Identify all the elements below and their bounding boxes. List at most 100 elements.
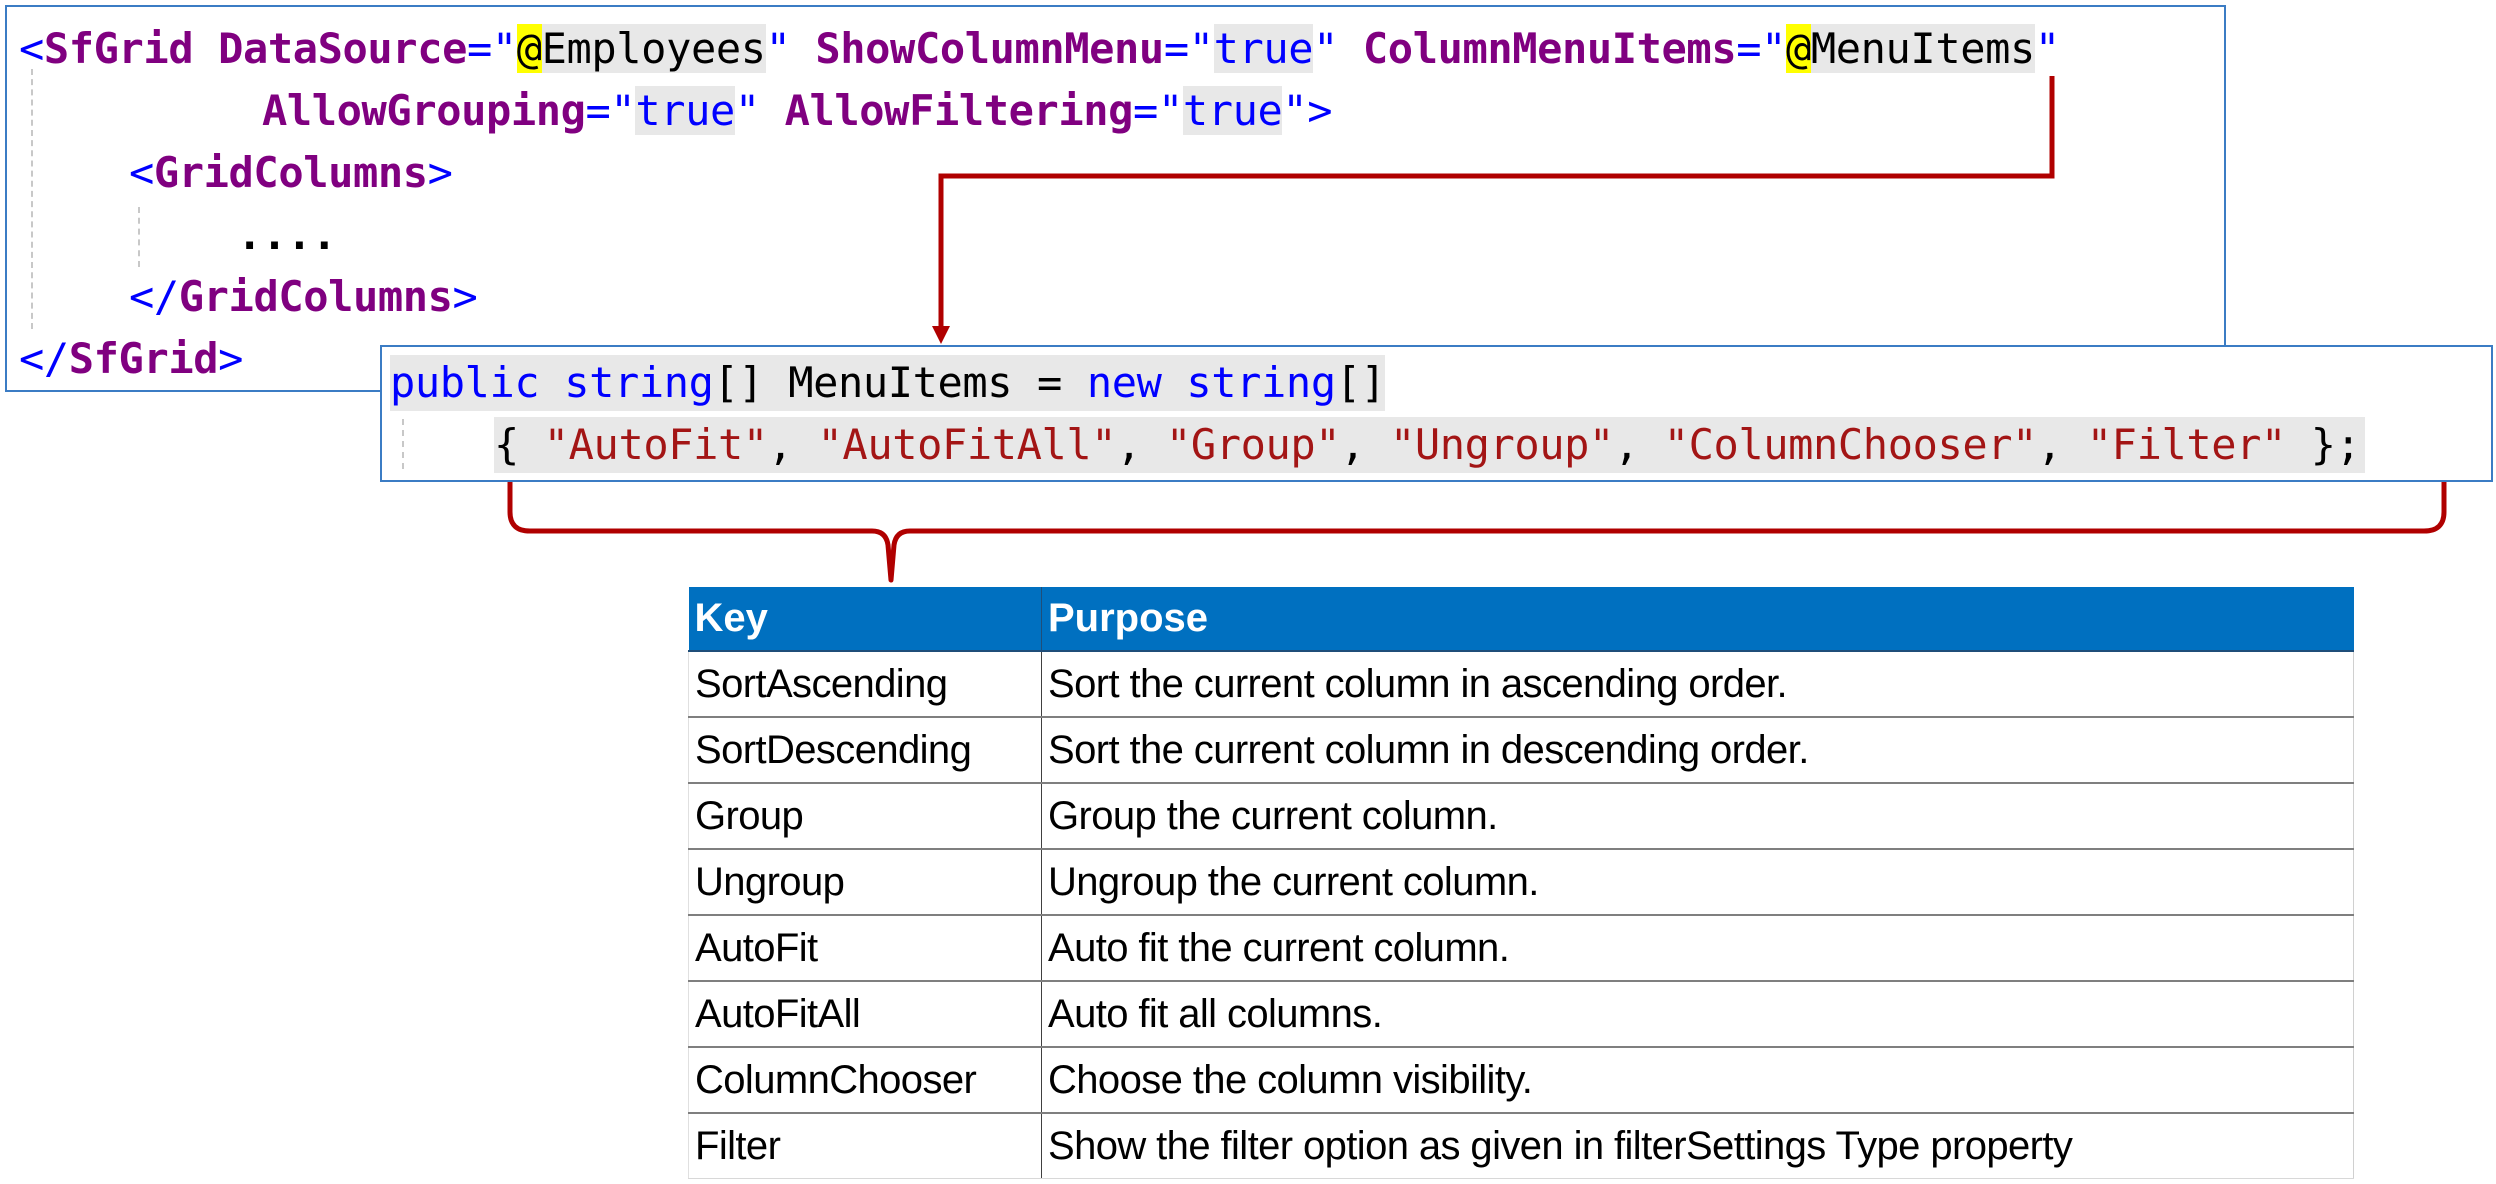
menu-items-list: "AutoFit", "AutoFitAll", "Group", "Ungro…: [543, 420, 2287, 469]
cell-key: Group: [688, 783, 1042, 850]
cell-purpose: Show the filter option as given in filte…: [1041, 1113, 2354, 1179]
razor-expression-menuitems: MenuItems: [1810, 24, 2035, 73]
table-row: SortDescending Sort the current column in…: [688, 717, 2354, 784]
table-row: Filter Show the filter option as given in…: [688, 1113, 2354, 1179]
cell-key: SortDescending: [688, 717, 1042, 784]
razor-expression: Employees: [541, 24, 766, 73]
cell-key: ColumnChooser: [688, 1047, 1042, 1114]
code-line-menuitems-declaration: public string[] MenuItems = new string[]: [390, 355, 1386, 411]
keyword-string: string: [539, 358, 714, 407]
tag-name: GridColumns: [153, 148, 428, 197]
code-line-ellipsis: ....: [237, 207, 337, 263]
header-key: Key: [688, 587, 1042, 652]
tag-bracket: >: [427, 148, 453, 197]
attr-eq: =: [1163, 24, 1189, 73]
tag-bracket: </: [129, 272, 179, 321]
attr-value: true: [1213, 24, 1314, 73]
attr-quote: ": [2034, 24, 2060, 73]
attr-name: ColumnMenuItems: [1338, 24, 1737, 73]
close-brace: };: [2285, 420, 2361, 469]
string-literal-menu-item: "AutoFitAll": [817, 420, 1117, 469]
table-row: Ungroup Ungroup the current column.: [688, 849, 2354, 916]
comma-separator: ,: [2037, 420, 2087, 469]
attr-quote: ": [765, 24, 791, 73]
code-line-sfgrid-close: </SfGrid>: [19, 331, 243, 387]
code-line-gridcolumns-open: <GridColumns>: [129, 145, 453, 201]
attr-quote: ": [610, 86, 636, 135]
ellipsis-text: ....: [237, 210, 337, 259]
code-line-grid-options: AllowGrouping="true" AllowFiltering="tru…: [262, 83, 1333, 139]
tag-bracket: </: [19, 334, 69, 383]
tag-bracket: <: [129, 148, 154, 197]
string-literal-menu-item: "Group": [1165, 420, 1341, 469]
comma-separator: ,: [767, 420, 818, 469]
string-literal-menu-item: "Ungroup": [1389, 420, 1614, 469]
attr-eq: =: [466, 24, 492, 73]
keyword-string: string: [1161, 358, 1336, 407]
cell-key: AutoFit: [688, 915, 1042, 982]
attr-quote: ": [1157, 86, 1183, 135]
attr-value: true: [1182, 86, 1283, 135]
code-line-sfgrid-open: <SfGrid DataSource="@Employees" ShowColu…: [19, 21, 2060, 77]
table-row: AutoFit Auto fit the current column.: [688, 915, 2354, 982]
open-brace: {: [494, 420, 544, 469]
header-purpose: Purpose: [1041, 587, 2354, 652]
cell-purpose: Sort the current column in ascending ord…: [1041, 651, 2354, 718]
attr-quote: ": [1188, 24, 1214, 73]
column-menu-items-table: Key Purpose SortAscending Sort the curren…: [688, 587, 2354, 1179]
string-literal-menu-item: "Filter": [2086, 420, 2286, 469]
keyword-new: new: [1086, 358, 1162, 407]
tag-bracket: >: [218, 334, 243, 383]
indent-guide: [31, 69, 33, 329]
attr-name: DataSource: [193, 24, 467, 73]
cell-key: Filter: [688, 1113, 1042, 1179]
table-row: SortAscending Sort the current column in …: [688, 651, 2354, 718]
indent-guide: [138, 207, 140, 267]
attr-name: AllowFiltering: [759, 86, 1134, 135]
cell-purpose: Auto fit the current column.: [1041, 915, 2354, 982]
array-brackets: []: [1335, 358, 1386, 407]
string-literal-menu-item: "AutoFit": [543, 420, 768, 469]
razor-code-block: <SfGrid DataSource="@Employees" ShowColu…: [5, 5, 2226, 392]
cell-purpose: Choose the column visibility.: [1041, 1047, 2354, 1114]
table-row: Group Group the current column.: [688, 783, 2354, 850]
attr-quote: ": [1282, 86, 1308, 135]
table-row: ColumnChooser Choose the column visibilit…: [688, 1047, 2354, 1114]
attr-eq: =: [585, 86, 611, 135]
attr-quote: ": [1313, 24, 1339, 73]
razor-at: @: [516, 24, 542, 73]
attr-quote: ": [1761, 24, 1786, 73]
tag-bracket: <: [19, 24, 44, 73]
cell-purpose: Ungroup the current column.: [1041, 849, 2354, 916]
comma-separator: ,: [1613, 420, 1664, 469]
tag-bracket: >: [452, 272, 478, 321]
string-literal-menu-item: "ColumnChooser": [1663, 420, 2038, 469]
attr-eq: =: [1133, 86, 1158, 135]
razor-at: @: [1786, 24, 1811, 73]
keyword-public: public: [390, 358, 540, 407]
identifier-menuitems: [] MenuItems =: [713, 358, 1087, 407]
cell-purpose: Group the current column.: [1041, 783, 2354, 850]
cell-purpose: Sort the current column in descending or…: [1041, 717, 2354, 784]
attr-quote: ": [734, 86, 760, 135]
attr-value: true: [635, 86, 735, 135]
table-body: SortAscending Sort the current column in …: [688, 651, 2354, 1179]
tag-name: SfGrid: [43, 24, 194, 73]
attr-quote: ": [491, 24, 517, 73]
cell-key: AutoFitAll: [688, 981, 1042, 1048]
attr-name: ShowColumnMenu: [790, 24, 1164, 73]
curly-brace: [507, 482, 2447, 583]
indent-guide: [402, 419, 404, 469]
comma-separator: ,: [1116, 420, 1166, 469]
comma-separator: ,: [1340, 420, 1390, 469]
cell-purpose: Auto fit all columns.: [1041, 981, 2354, 1048]
code-line-gridcolumns-close: </GridColumns>: [129, 269, 478, 325]
table-row: AutoFitAll Auto fit all columns.: [688, 981, 2354, 1048]
csharp-code-block: public string[] MenuItems = new string[]…: [380, 345, 2493, 482]
tag-name: GridColumns: [178, 272, 453, 321]
table-header-row: Key Purpose: [688, 587, 2354, 652]
tag-name: SfGrid: [68, 334, 219, 383]
code-line-menuitems-values: { "AutoFit", "AutoFitAll", "Group", "Ung…: [494, 417, 2365, 473]
attr-eq: =: [1736, 24, 1762, 73]
cell-key: SortAscending: [688, 651, 1042, 718]
